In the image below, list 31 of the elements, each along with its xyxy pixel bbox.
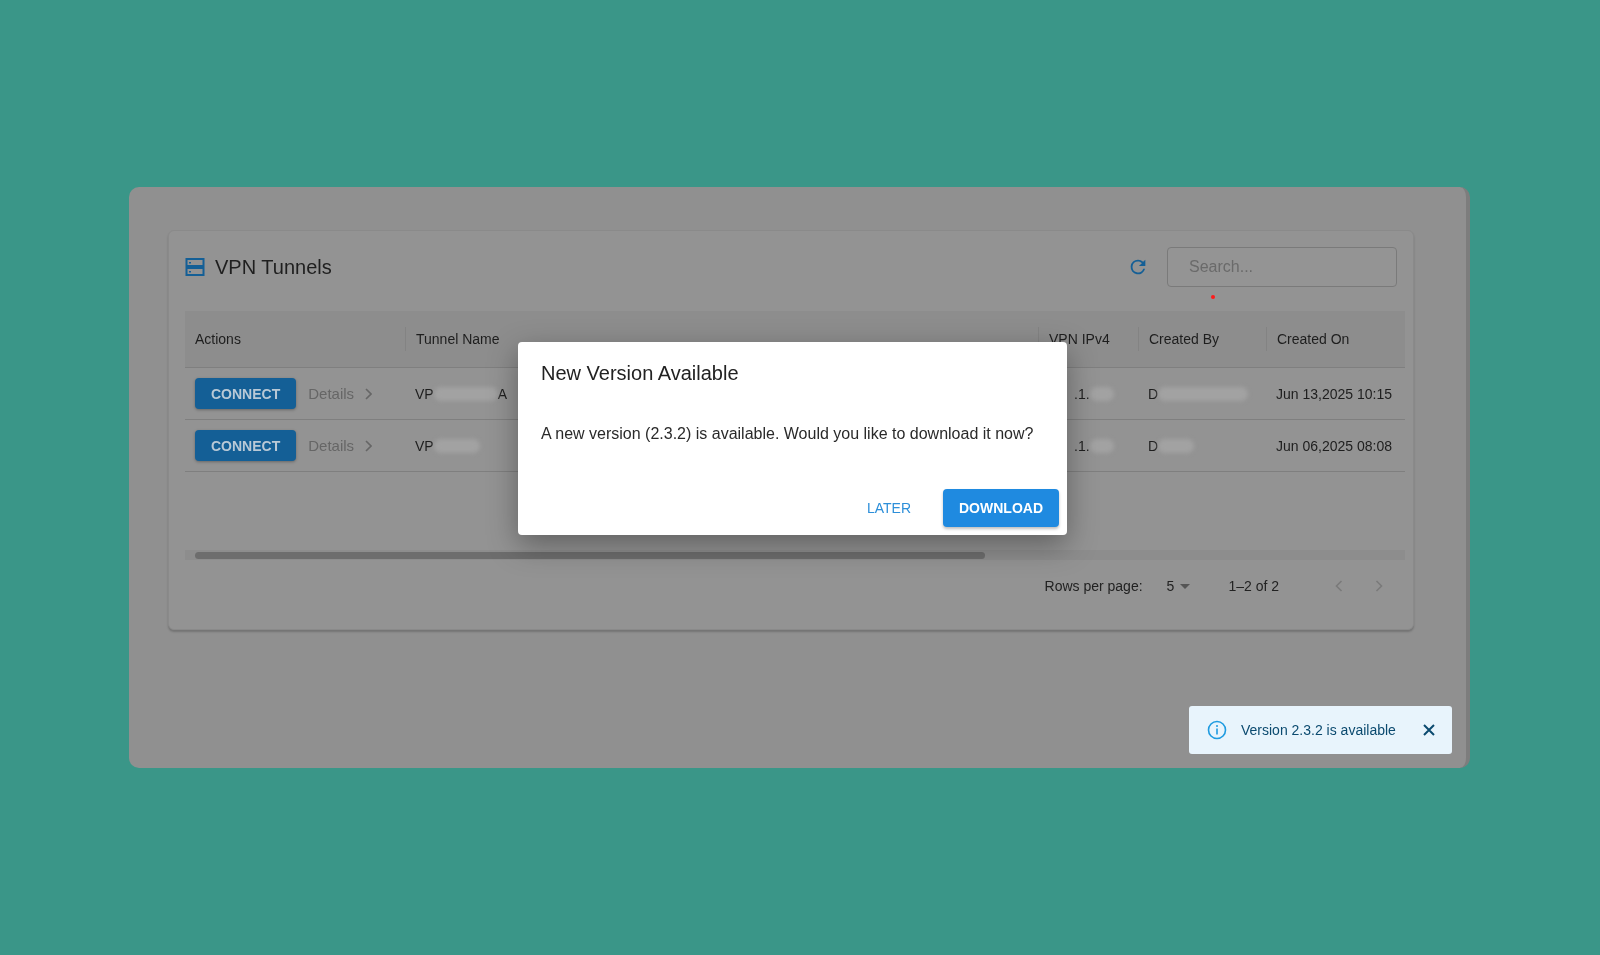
table-cell: .1. (1074, 385, 1090, 402)
rows-per-page-select[interactable]: 5 (1166, 578, 1191, 594)
toast-message: Version 2.3.2 is available (1241, 722, 1397, 738)
table-cell: VP (415, 385, 434, 402)
chevron-right-icon (364, 387, 373, 400)
dialog-title: New Version Available (541, 362, 740, 385)
table-cell: A (497, 385, 508, 402)
indicator-dot (1211, 295, 1215, 299)
card-title: VPN Tunnels (215, 255, 332, 279)
column-header: Created On (1266, 327, 1405, 351)
column-header: Actions (194, 330, 242, 349)
chevron-right-icon (364, 439, 373, 452)
close-icon[interactable] (1422, 723, 1436, 737)
secondary-button[interactable]: LATER (850, 489, 927, 527)
connect-button[interactable]: CONNECT (195, 378, 297, 409)
info-icon (1207, 720, 1227, 740)
server-icon (185, 257, 205, 277)
page-range: 1–2 of 2 (1228, 578, 1279, 594)
dialog-message: A new version (2.3.2) is available. Would you like to download it now? (541, 425, 1035, 443)
table-cell-text: Jun 06,2025 08:08 (1275, 437, 1392, 454)
connect-button[interactable]: CONNECT (195, 430, 297, 461)
table-cell: .1. (1074, 437, 1090, 454)
table-cell: D (1148, 385, 1159, 402)
table-cell: D (1148, 437, 1159, 454)
table-cell-text: Jun 13,2025 10:15 (1275, 385, 1392, 402)
table-cell: VP (415, 437, 434, 454)
primary-button[interactable]: DOWNLOAD (943, 489, 1059, 527)
horizontal-scrollbar[interactable] (185, 550, 1405, 560)
column-header: Created By (1138, 327, 1266, 351)
dropdown-caret-icon (1180, 583, 1191, 589)
rows-per-page-label: Rows per page: (1044, 578, 1143, 594)
